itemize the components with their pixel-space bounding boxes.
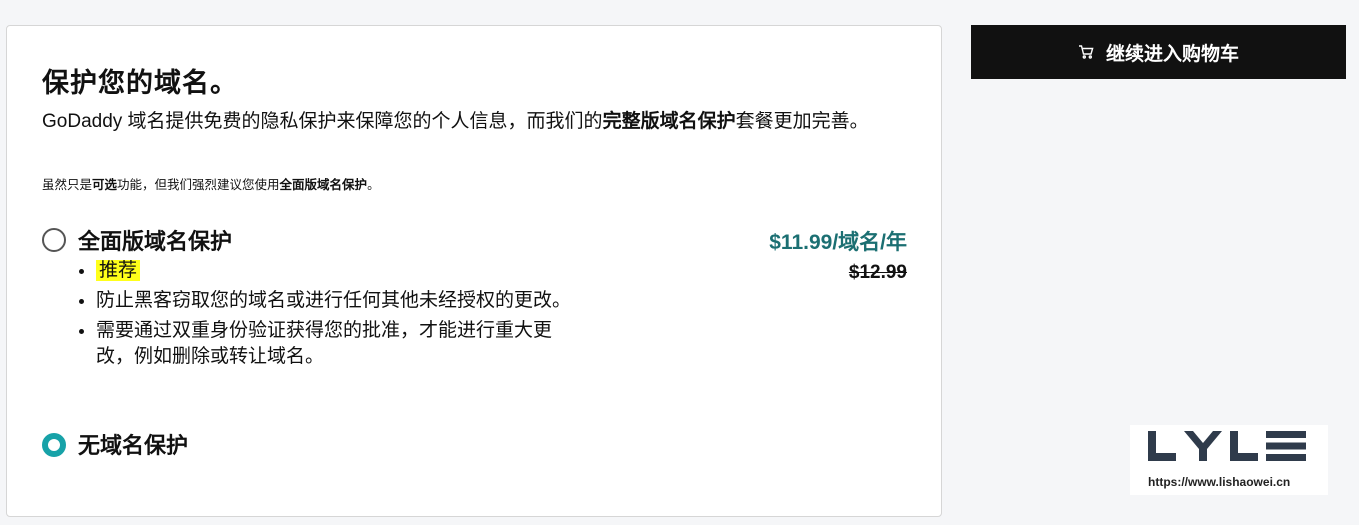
note-full-protection: 全面版域名保护: [279, 178, 368, 192]
no-protection-label[interactable]: 无域名保护: [78, 432, 188, 460]
description-suffix: 套餐更加完善。: [735, 111, 869, 132]
no-protection-radio[interactable]: [42, 433, 66, 457]
note-optional: 可选: [92, 178, 118, 192]
full-protection-label[interactable]: 全面版域名保护: [78, 228, 232, 256]
recommended-badge: 推荐: [96, 260, 141, 281]
feature-item: 需要通过双重身份验证获得您的批准，才能进行重大更改，例如删除或转让域名。: [96, 318, 586, 370]
card-title: 保护您的域名。: [42, 68, 238, 98]
full-protection-features: 推荐 防止黑客窃取您的域名或进行任何其他未经授权的更改。 需要通过双重身份验证获…: [78, 258, 586, 374]
full-protection-price: $11.99/域名/年: [769, 231, 907, 254]
note-text: 虽然只是: [42, 178, 93, 192]
watermark: https://www.lishaowei.cn: [1130, 425, 1328, 495]
watermark-url: https://www.lishaowei.cn: [1148, 475, 1291, 489]
cart-button-label: 继续进入购物车: [1105, 43, 1239, 65]
description-bold: 完整版域名保护: [602, 111, 736, 132]
cart-icon: [1078, 45, 1094, 59]
recommendation-note: 虽然只是可选功能，但我们强烈建议您使用全面版域名保护。: [42, 176, 380, 194]
full-protection-radio[interactable]: [42, 228, 66, 252]
domain-protection-card: 保护您的域名。 GoDaddy 域名提供免费的隐私保护来保障您的个人信息，而我们…: [6, 25, 942, 517]
note-suffix: 。: [367, 178, 380, 192]
full-protection-original-price: $12.99: [848, 262, 907, 283]
lyle-logo: [1148, 431, 1306, 461]
feature-item: 推荐: [96, 258, 586, 284]
continue-to-cart-button[interactable]: 继续进入购物车: [971, 25, 1346, 79]
description-text: GoDaddy 域名提供免费的隐私保护来保障您的个人信息，而我们的: [42, 111, 603, 132]
card-description: GoDaddy 域名提供免费的隐私保护来保障您的个人信息，而我们的完整版域名保护…: [42, 108, 892, 136]
feature-item: 防止黑客窃取您的域名或进行任何其他未经授权的更改。: [96, 288, 586, 314]
note-middle: 功能，但我们强烈建议您使用: [117, 178, 280, 192]
